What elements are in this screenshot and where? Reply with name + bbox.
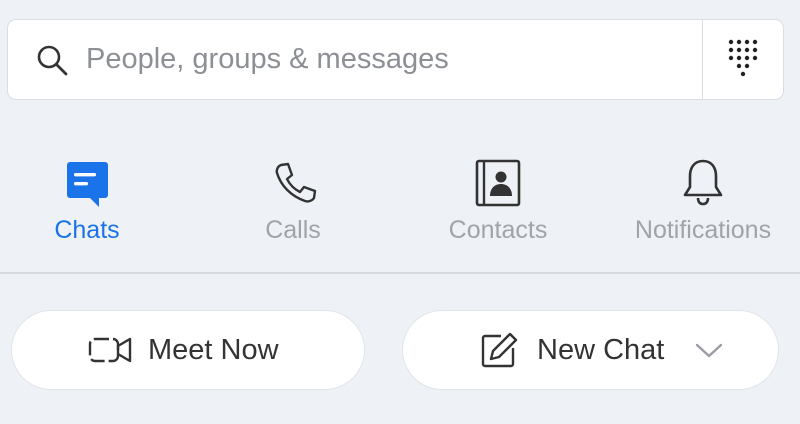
meet-now-button[interactable]: Meet Now (11, 310, 365, 390)
edit-icon (479, 330, 519, 370)
tab-contacts[interactable]: Contacts (403, 150, 593, 250)
dialpad-button[interactable] (702, 20, 783, 99)
tab-calls-label: Calls (265, 216, 321, 244)
tab-notifications[interactable]: Notifications (608, 150, 798, 250)
tab-contacts-label: Contacts (448, 216, 548, 244)
search-input[interactable] (72, 29, 702, 90)
main-tabs: Chats Calls Contacts Notifications (0, 150, 800, 250)
tab-chats[interactable]: Chats (0, 150, 182, 250)
meet-now-label: Meet Now (148, 333, 279, 366)
tab-notifications-label: Notifications (634, 216, 772, 244)
chat-icon (62, 156, 112, 210)
tab-chats-label: Chats (54, 216, 120, 244)
tab-calls[interactable]: Calls (198, 150, 388, 250)
new-chat-button[interactable]: New Chat (402, 310, 779, 390)
new-chat-label: New Chat (537, 333, 665, 366)
phone-icon (268, 156, 318, 210)
dialpad-icon (726, 37, 760, 82)
search-icon (32, 40, 72, 80)
bell-icon (678, 156, 728, 210)
contacts-icon (473, 156, 523, 210)
divider (0, 272, 800, 274)
chevron-down-icon[interactable] (694, 340, 724, 360)
search-bar (7, 19, 784, 100)
video-camera-icon (88, 330, 134, 370)
app-panel: Chats Calls (0, 0, 800, 424)
